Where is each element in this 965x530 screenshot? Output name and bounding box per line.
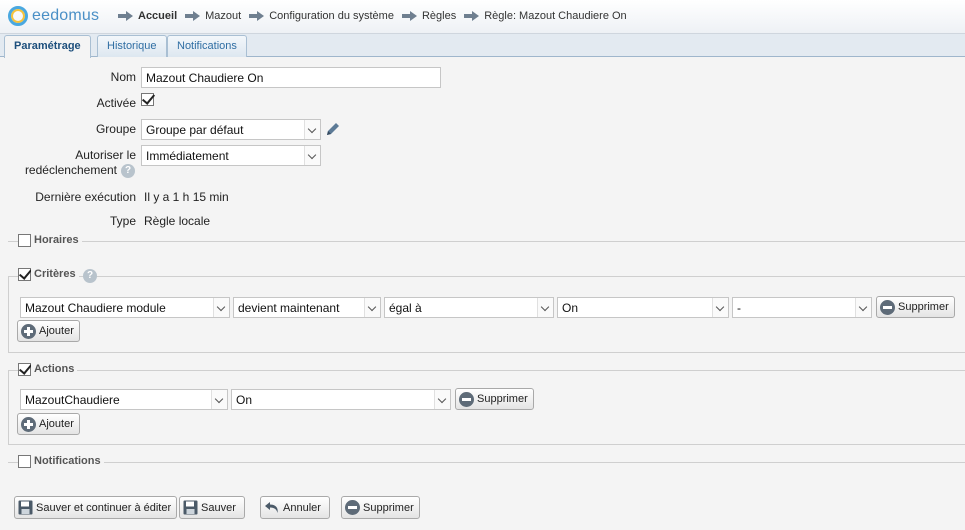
action-target-select[interactable]: MazoutChaudiere: [20, 389, 228, 410]
chevron-down-icon: [855, 298, 871, 317]
breadcrumb-label[interactable]: Règles: [422, 10, 456, 22]
criteria-extra-value: -: [737, 301, 741, 315]
notifications-divider: [8, 462, 965, 463]
breadcrumb: Accueil Mazout Configuration du système …: [118, 10, 635, 22]
tab-parametrage[interactable]: Paramétrage: [4, 35, 91, 58]
save-continue-button[interactable]: Sauver et continuer à éditer: [14, 496, 178, 519]
breadcrumb-label[interactable]: Accueil: [138, 10, 177, 22]
chevron-down-icon: [712, 298, 728, 317]
plus-circle-icon: [21, 416, 36, 432]
breadcrumb-label[interactable]: Configuration du système: [269, 10, 394, 22]
breadcrumb-item-current-rule: Règle: Mazout Chaudiere On: [464, 10, 627, 22]
help-icon[interactable]: ?: [121, 164, 135, 178]
minus-circle-icon: [459, 391, 474, 407]
breadcrumb-item-mazout[interactable]: Mazout: [185, 10, 241, 22]
autoriser-label-line1: Autoriser le: [75, 148, 136, 162]
action-target-value: MazoutChaudiere: [25, 393, 120, 407]
action-add-button[interactable]: Ajouter: [17, 413, 80, 435]
criteria-condition-value: devient maintenant: [238, 301, 340, 315]
undo-icon: [265, 501, 278, 513]
groupe-label: Groupe: [95, 122, 136, 136]
plus-circle-icon: [21, 323, 36, 339]
activee-label: Activée: [96, 96, 136, 110]
criteria-module-value: Mazout Chaudiere module: [25, 301, 166, 315]
criteria-module-select[interactable]: Mazout Chaudiere module: [20, 297, 230, 318]
notifications-title: Notifications: [31, 455, 104, 467]
criteria-extra-select[interactable]: -: [732, 297, 872, 318]
delete-label: Supprimer: [477, 393, 528, 405]
groupe-select[interactable]: Groupe par défaut: [141, 119, 321, 140]
nom-label: Nom: [110, 70, 136, 84]
criteria-value-value: On: [562, 301, 579, 315]
delete-label: Supprimer: [898, 301, 949, 313]
nom-input[interactable]: Mazout Chaudiere On: [141, 67, 441, 88]
actions-title: Actions: [31, 363, 78, 375]
horaires-title: Horaires: [31, 234, 82, 246]
actions-checkbox[interactable]: [18, 363, 31, 376]
criteres-title: Critères: [31, 268, 79, 280]
breadcrumb-item-configuration[interactable]: Configuration du système: [249, 10, 394, 22]
arrow-right-icon: [185, 11, 201, 21]
chevron-down-icon: [304, 120, 320, 139]
chevron-down-icon: [434, 390, 450, 409]
criteria-operator-select[interactable]: égal à: [384, 297, 554, 318]
arrow-right-icon: [401, 11, 418, 21]
app-header: eedomus Accueil Mazout Configuration du …: [0, 0, 965, 34]
delete-label: Supprimer: [363, 501, 414, 514]
chevron-down-icon: [364, 298, 380, 317]
chevron-down-icon: [213, 298, 229, 317]
edit-pencil-icon[interactable]: [324, 120, 342, 138]
criteria-delete-button[interactable]: Supprimer: [876, 296, 955, 318]
derniere-execution-label: Dernière exécution: [35, 190, 136, 204]
breadcrumb-label: Règle: Mazout Chaudiere On: [484, 10, 627, 22]
save-button[interactable]: Sauver: [179, 496, 245, 519]
cancel-button[interactable]: Annuler: [260, 496, 330, 519]
breadcrumb-item-regles[interactable]: Règles: [401, 10, 456, 22]
arrow-right-icon: [118, 11, 134, 21]
minus-circle-icon: [880, 299, 895, 315]
criteria-operator-value: égal à: [389, 301, 422, 315]
type-value: Règle locale: [144, 214, 211, 228]
action-value-value: On: [236, 393, 253, 407]
cancel-label: Annuler: [283, 501, 321, 514]
arrow-right-icon: [464, 11, 480, 21]
logo-ring-icon: [8, 6, 28, 26]
chevron-down-icon: [211, 390, 227, 409]
save-continue-label: Sauver et continuer à éditer: [36, 501, 172, 514]
groupe-select-value: Groupe par défaut: [146, 123, 244, 137]
minus-circle-icon: [345, 500, 360, 515]
delete-button[interactable]: Supprimer: [341, 496, 420, 519]
criteres-checkbox[interactable]: [18, 268, 31, 281]
tab-notifications[interactable]: Notifications: [167, 35, 247, 57]
chevron-down-icon: [537, 298, 553, 317]
action-value-select[interactable]: On: [231, 389, 451, 410]
eedomus-logo[interactable]: eedomus: [8, 6, 99, 26]
breadcrumb-label[interactable]: Mazout: [205, 10, 241, 22]
chevron-down-icon: [304, 146, 320, 165]
floppy-disk-icon: [18, 500, 33, 515]
criteria-add-button[interactable]: Ajouter: [17, 320, 80, 342]
help-icon[interactable]: ?: [83, 269, 97, 283]
add-label: Ajouter: [39, 325, 74, 337]
horaires-checkbox[interactable]: [18, 234, 31, 247]
tab-bar: Paramétrage Historique Notifications: [0, 34, 965, 58]
activee-checkbox[interactable]: [141, 93, 154, 106]
derniere-execution-value: Il y a 1 h 15 min: [144, 190, 229, 204]
add-label: Ajouter: [39, 418, 74, 430]
floppy-disk-icon: [183, 500, 198, 515]
arrow-right-icon: [249, 11, 265, 21]
criteria-value-select[interactable]: On: [557, 297, 729, 318]
criteria-condition-select[interactable]: devient maintenant: [233, 297, 381, 318]
autoriser-select-value: Immédiatement: [146, 149, 229, 163]
save-label: Sauver: [201, 501, 236, 514]
type-label: Type: [109, 214, 136, 228]
horaires-divider: [8, 241, 965, 242]
autoriser-label-line2: redéclenchement: [24, 163, 117, 177]
logo-text: eedomus: [32, 7, 100, 24]
notifications-checkbox[interactable]: [18, 455, 31, 468]
breadcrumb-item-accueil[interactable]: Accueil: [118, 10, 177, 22]
action-delete-button[interactable]: Supprimer: [455, 388, 534, 410]
autoriser-select[interactable]: Immédiatement: [141, 145, 321, 166]
tab-historique[interactable]: Historique: [97, 35, 167, 57]
